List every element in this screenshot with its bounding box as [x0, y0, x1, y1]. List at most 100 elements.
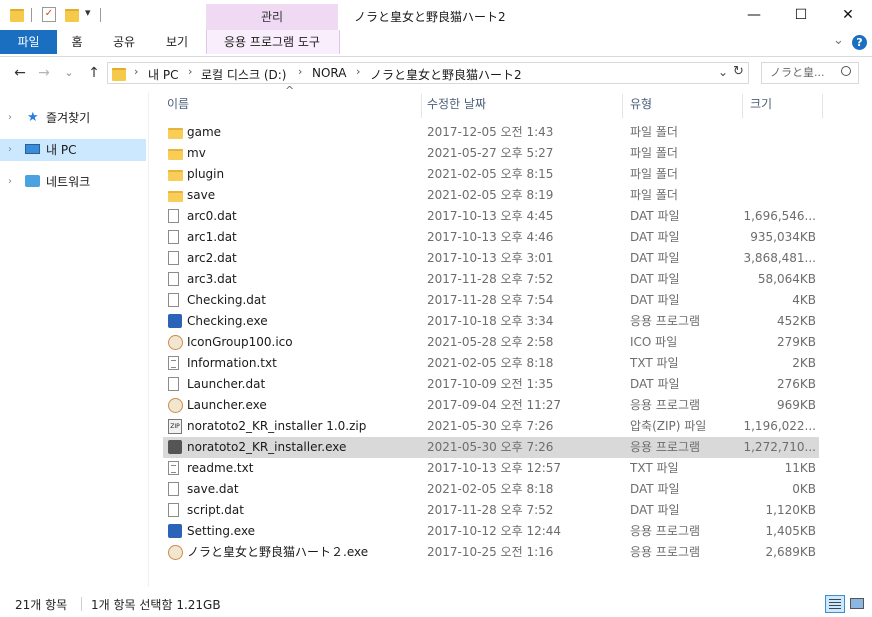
- context-tab-manage[interactable]: 관리: [206, 4, 338, 30]
- minimize-button[interactable]: —: [731, 0, 777, 30]
- file-icon: [168, 272, 179, 286]
- column-divider[interactable]: [822, 94, 823, 118]
- expand-arrow-icon[interactable]: ›: [8, 107, 12, 129]
- nav-item-network[interactable]: › 네트워크: [0, 171, 146, 193]
- file-row[interactable]: Launcher.exe 2017-09-04 오전 11:27 응용 프로그램 96…: [163, 395, 819, 416]
- breadcrumb-this-pc[interactable]: 내 PC: [148, 66, 178, 83]
- file-row[interactable]: save 2021-02-05 오후 8:19 파일 폴더: [163, 185, 819, 206]
- breadcrumb-nora[interactable]: NORA: [312, 66, 346, 80]
- installer-icon: [168, 440, 182, 454]
- maximize-button[interactable]: ☐: [778, 0, 824, 30]
- file-type: DAT 파일: [630, 251, 680, 265]
- expand-ribbon-icon[interactable]: ⌄: [833, 33, 844, 48]
- customize-quick-access-icon[interactable]: ▾: [85, 6, 91, 19]
- file-row[interactable]: arc0.dat 2017-10-13 오후 4:45 DAT 파일 1,696,54…: [163, 206, 819, 227]
- column-header-name[interactable]: 이름: [167, 94, 189, 114]
- address-dropdown-icon[interactable]: ⌄: [718, 65, 728, 79]
- file-name: noratoto2_KR_installer.exe: [187, 440, 347, 454]
- file-row[interactable]: Checking.exe 2017-10-18 오후 3:34 응용 프로그램 452…: [163, 311, 819, 332]
- file-type: 압축(ZIP) 파일: [630, 419, 707, 433]
- close-button[interactable]: ✕: [825, 0, 871, 30]
- new-folder-icon[interactable]: [65, 9, 79, 22]
- refresh-icon[interactable]: ↻: [733, 64, 744, 79]
- file-date: 2021-02-05 오후 8:15: [427, 167, 554, 181]
- file-size: 1,405KB: [765, 524, 816, 538]
- file-icon: [168, 251, 179, 265]
- window-title: ノラと皇女と野良猫ハート2: [354, 10, 506, 24]
- item-count: 21개 항목: [15, 598, 68, 612]
- file-date: 2021-02-05 오후 8:18: [427, 356, 554, 370]
- file-size: 2KB: [792, 356, 816, 370]
- file-type: 응용 프로그램: [630, 524, 701, 538]
- file-type: 응용 프로그램: [630, 545, 701, 559]
- properties-icon[interactable]: ✓: [42, 7, 56, 22]
- file-name: Launcher.exe: [187, 398, 267, 412]
- search-icon[interactable]: [841, 66, 851, 76]
- file-date: 2017-10-13 오후 4:45: [427, 209, 554, 223]
- column-divider[interactable]: [421, 94, 422, 118]
- breadcrumb-separator: ›: [134, 65, 139, 78]
- file-row[interactable]: plugin 2021-02-05 오후 8:15 파일 폴더: [163, 164, 819, 185]
- file-row[interactable]: mv 2021-05-27 오후 5:27 파일 폴더: [163, 143, 819, 164]
- file-name: arc0.dat: [187, 209, 237, 223]
- file-type: TXT 파일: [630, 356, 679, 370]
- column-divider[interactable]: [742, 94, 743, 118]
- details-view-button[interactable]: [825, 595, 845, 613]
- file-row[interactable]: Checking.dat 2017-11-28 오후 7:54 DAT 파일 4KB: [163, 290, 819, 311]
- file-row[interactable]: IconGroup100.ico 2021-05-28 오후 2:58 ICO 파일…: [163, 332, 819, 353]
- file-size: 3,868,481...: [743, 251, 816, 265]
- breadcrumb-local-disk[interactable]: 로컬 디스크 (D:): [201, 66, 286, 83]
- file-date: 2021-05-30 오후 7:26: [427, 440, 554, 454]
- file-row[interactable]: script.dat 2017-11-28 오후 7:52 DAT 파일 1,120K…: [163, 500, 819, 521]
- file-row[interactable]: ノラと皇女と野良猫ハート２.exe 2017-10-25 오전 1:16 응용 프로…: [163, 542, 819, 563]
- column-header-size[interactable]: 크기: [750, 94, 772, 114]
- file-name: readme.txt: [187, 461, 254, 475]
- back-button[interactable]: ←: [10, 62, 30, 84]
- file-date: 2021-05-27 오후 5:27: [427, 146, 554, 160]
- column-header-type[interactable]: 유형: [630, 94, 652, 114]
- file-type: DAT 파일: [630, 272, 680, 286]
- text-file-icon: [168, 461, 179, 475]
- file-row[interactable]: arc1.dat 2017-10-13 오후 4:46 DAT 파일 935,034K…: [163, 227, 819, 248]
- forward-button[interactable]: →: [34, 62, 54, 84]
- file-size: 4KB: [792, 293, 816, 307]
- file-name: Information.txt: [187, 356, 277, 370]
- file-date: 2017-12-05 오전 1:43: [427, 125, 554, 139]
- file-name: Launcher.dat: [187, 377, 266, 391]
- file-row[interactable]: readme.txt 2017-10-13 오후 12:57 TXT 파일 11KB: [163, 458, 819, 479]
- file-row[interactable]: Information.txt 2021-02-05 오후 8:18 TXT 파일 2…: [163, 353, 819, 374]
- tab-home[interactable]: 홈: [60, 30, 94, 54]
- tab-view[interactable]: 보기: [155, 30, 199, 54]
- file-row[interactable]: Setting.exe 2017-10-12 오후 12:44 응용 프로그램 1,4…: [163, 521, 819, 542]
- folder-icon: [10, 9, 24, 22]
- file-row[interactable]: ZIP noratoto2_KR_installer 1.0.zip 2021-05…: [163, 416, 819, 437]
- details-view-icon: [829, 599, 841, 600]
- large-icons-view-button[interactable]: [848, 595, 868, 613]
- tab-application-tools[interactable]: 응용 프로그램 도구: [206, 30, 338, 54]
- breadcrumb-current-folder[interactable]: ノラと皇女と野良猫ハート2: [370, 66, 522, 83]
- column-header-date[interactable]: 수정한 날짜: [427, 94, 486, 114]
- pc-icon: [25, 144, 40, 154]
- file-row[interactable]: arc3.dat 2017-11-28 오후 7:52 DAT 파일 58,064KB: [163, 269, 819, 290]
- file-row[interactable]: game 2017-12-05 오전 1:43 파일 폴더: [163, 122, 819, 143]
- app-character-icon: [168, 335, 183, 350]
- file-type: DAT 파일: [630, 503, 680, 517]
- file-date: 2021-05-28 오후 2:58: [427, 335, 554, 349]
- expand-arrow-icon[interactable]: ›: [8, 139, 12, 161]
- tab-file[interactable]: 파일: [0, 30, 57, 54]
- file-row[interactable]: arc2.dat 2017-10-13 오후 3:01 DAT 파일 3,868,48…: [163, 248, 819, 269]
- help-icon[interactable]: ?: [852, 35, 867, 50]
- column-divider[interactable]: [622, 94, 623, 118]
- file-row[interactable]: Launcher.dat 2017-10-09 오전 1:35 DAT 파일 276K…: [163, 374, 819, 395]
- recent-locations-button[interactable]: ⌄: [62, 62, 76, 84]
- file-row[interactable]: save.dat 2021-02-05 오후 8:18 DAT 파일 0KB: [163, 479, 819, 500]
- nav-item-this-pc[interactable]: › 내 PC: [0, 139, 146, 161]
- file-size: 935,034KB: [750, 230, 816, 244]
- file-row[interactable]: noratoto2_KR_installer.exe 2021-05-30 오후 …: [163, 437, 819, 458]
- tab-share[interactable]: 공유: [104, 30, 144, 54]
- nav-item-quick-access[interactable]: › ★ 즐겨찾기: [0, 107, 146, 129]
- up-button[interactable]: ↑: [84, 62, 104, 84]
- expand-arrow-icon[interactable]: ›: [8, 171, 12, 193]
- file-name: save.dat: [187, 482, 239, 496]
- file-date: 2017-10-13 오후 3:01: [427, 251, 554, 265]
